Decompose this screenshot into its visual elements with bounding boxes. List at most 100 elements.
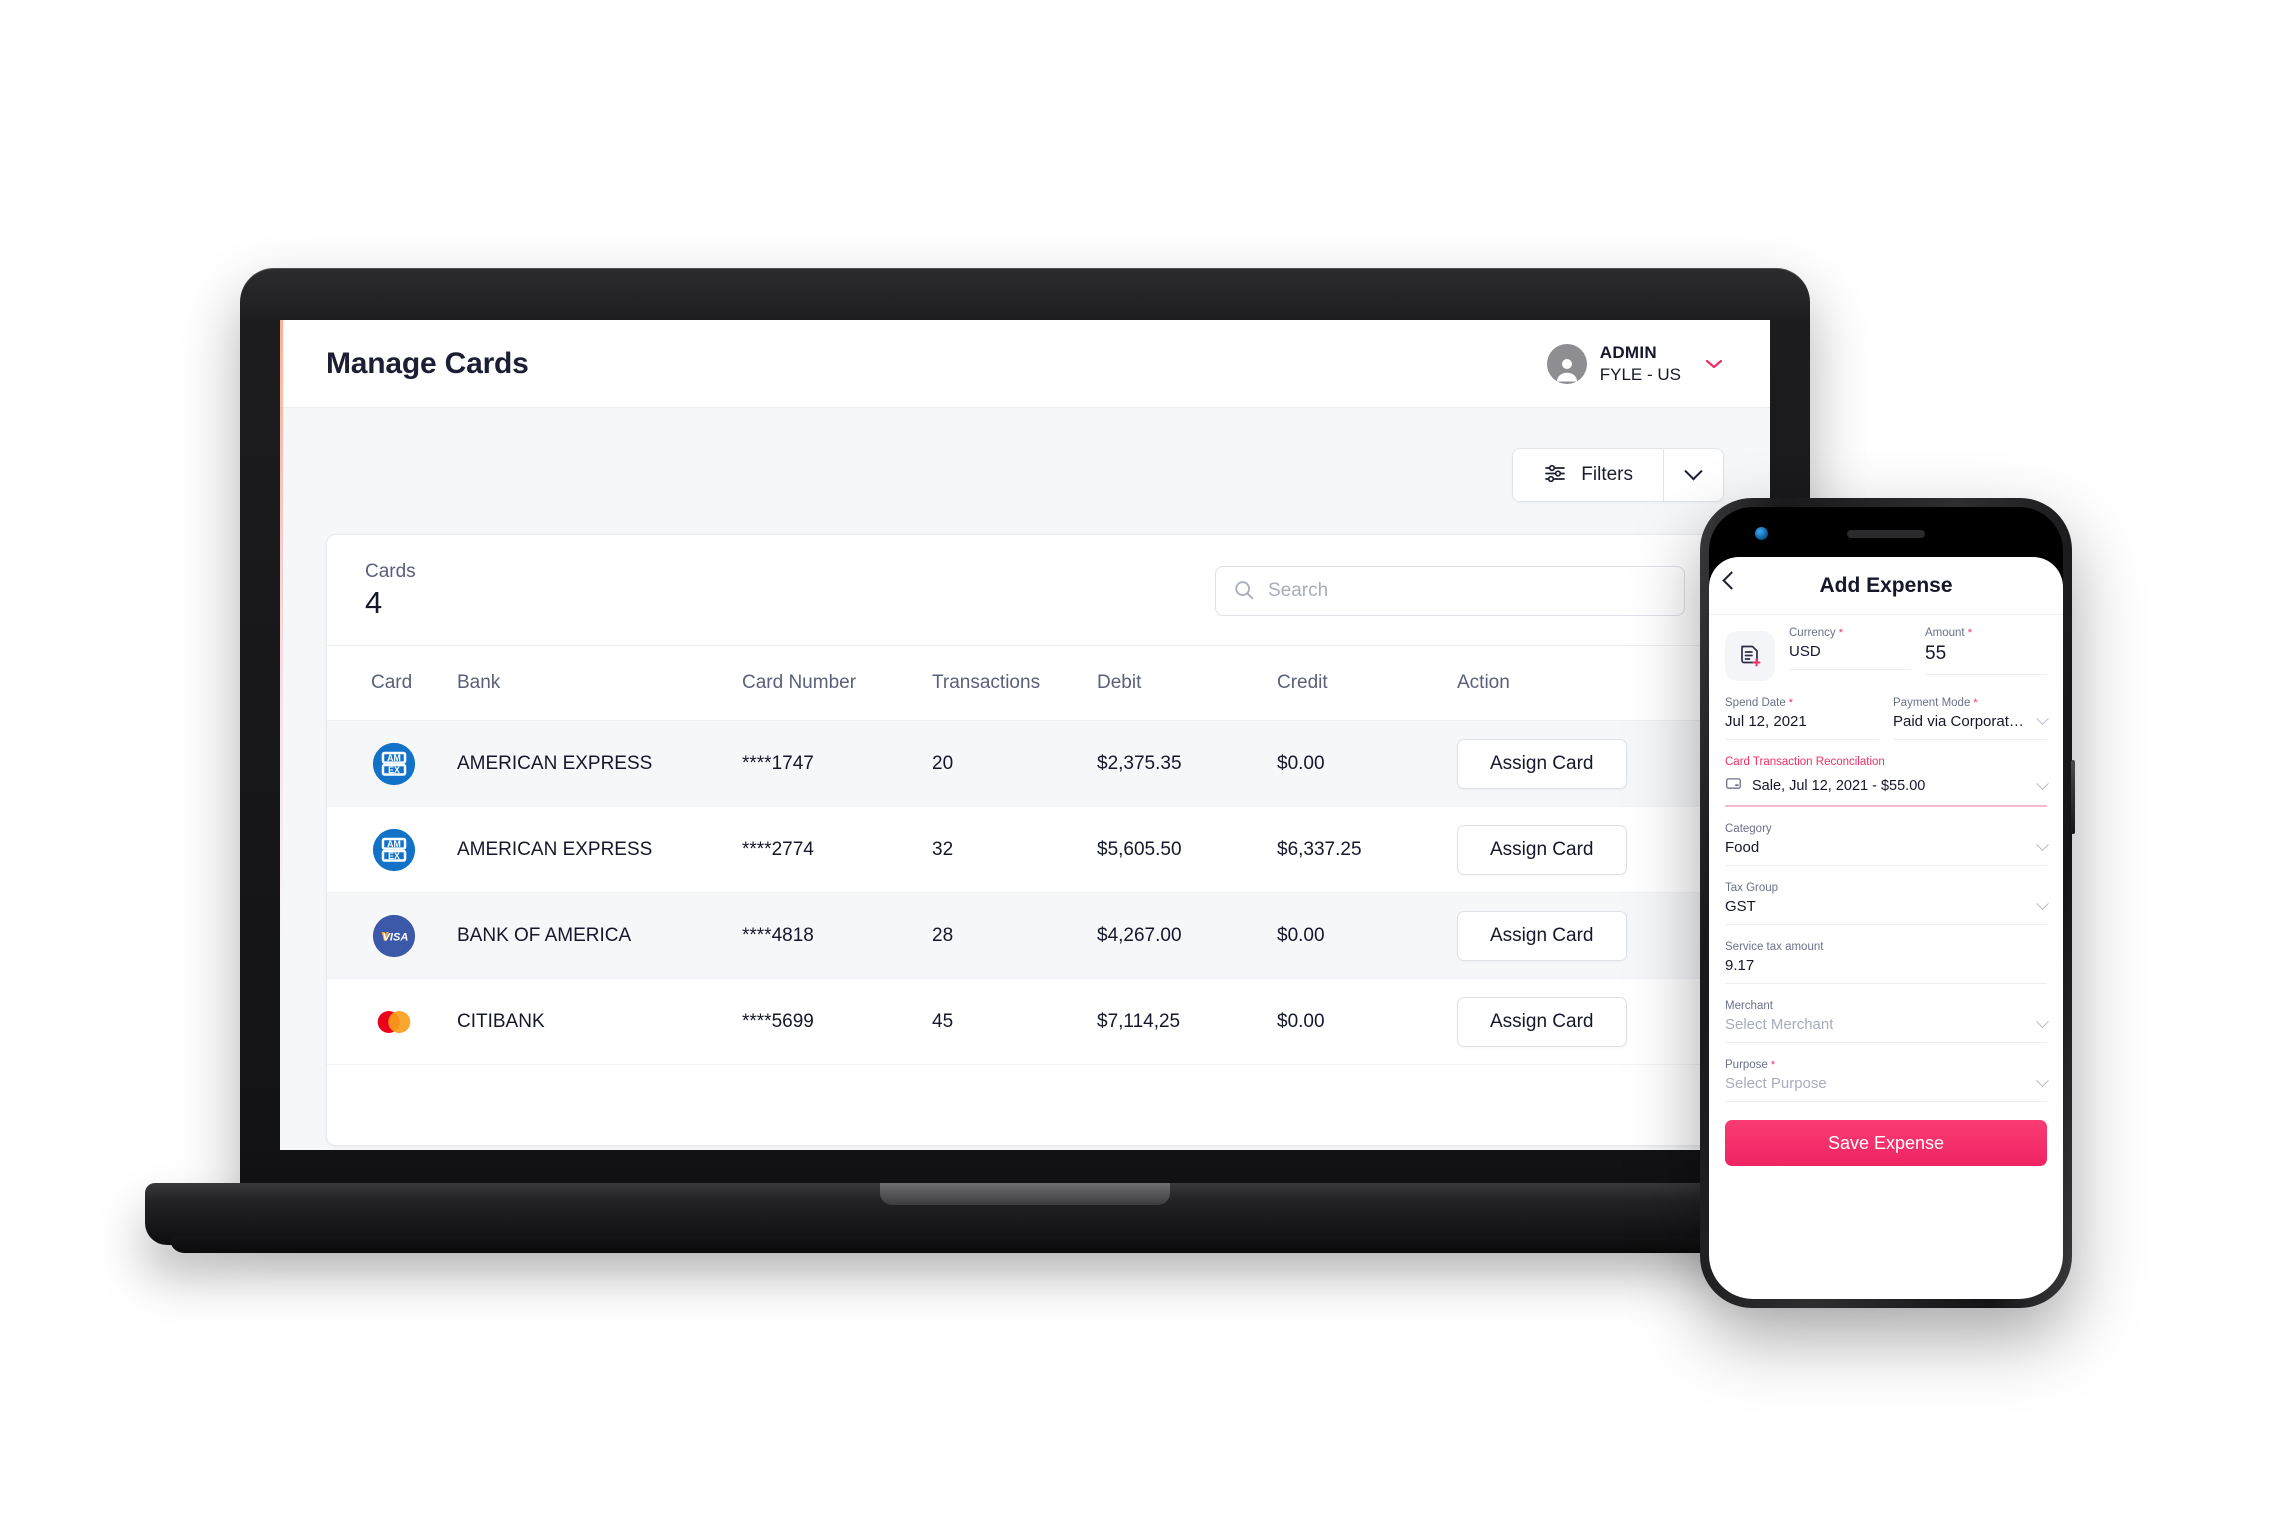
table-row[interactable]: CITIBANK ****5699 45 $7,114,25 $0.00 Ass… [327, 978, 1723, 1065]
cell-card-brand [327, 978, 447, 1065]
assign-card-button[interactable]: Assign Card [1457, 824, 1627, 875]
required-asterisk: * [1964, 627, 1972, 639]
column-header-card-number[interactable]: Card Number [732, 646, 922, 721]
cell-action: Assign Card [1447, 806, 1723, 893]
cards-kpi-label: Cards [365, 561, 416, 582]
payment-mode-label-text: Payment Mode [1893, 697, 1971, 709]
filters-dropdown-toggle[interactable] [1663, 449, 1723, 501]
earpiece-speaker [1847, 530, 1925, 538]
cell-card-brand: AM EX [327, 720, 447, 807]
power-button[interactable] [2071, 760, 2075, 834]
table-row[interactable]: AM EX AMERICAN EXPRESS ****1747 20 $2,37… [327, 720, 1723, 807]
user-avatar-icon [1546, 343, 1587, 384]
column-header-bank[interactable]: Bank [447, 646, 732, 721]
payment-mode-select[interactable]: Paid via Corporate Card [1893, 712, 2049, 730]
front-camera-icon [1755, 527, 1768, 540]
save-expense-button[interactable]: Save Expense [1725, 1120, 2047, 1166]
amex-logo-icon: AM EX [372, 828, 416, 871]
cell-card-number: ****4818 [732, 892, 922, 979]
cards-table-body: AM EX AMERICAN EXPRESS ****1747 20 $2,37… [327, 720, 1723, 1065]
currency-field[interactable]: Currency * USD [1789, 627, 1911, 670]
cell-credit: $0.00 [1267, 720, 1447, 807]
table-row[interactable]: VISA BANK OF AMERICA ****4818 28 $4,267.… [327, 892, 1723, 979]
filters-button[interactable]: Filters [1513, 449, 1663, 501]
merchant-field[interactable]: Merchant Select Merchant [1725, 1000, 2049, 1043]
assign-card-button[interactable]: Assign Card [1457, 910, 1627, 961]
search-input[interactable] [1215, 566, 1685, 616]
reconciliation-value: Sale, Jul 12, 2021 - $55.00 [1752, 778, 1926, 794]
svg-text:AM: AM [387, 839, 401, 849]
column-header-debit[interactable]: Debit [1087, 646, 1267, 721]
required-asterisk: * [1970, 697, 1978, 709]
laptop-lid: Manage Cards ADMIN FYLE - US Filters Car… [240, 268, 1810, 1198]
cards-table: Card Bank Card Number Transactions Debit… [327, 646, 1723, 1065]
merchant-select[interactable]: Select Merchant [1725, 1015, 2049, 1033]
category-select[interactable]: Food [1725, 838, 2049, 856]
cards-kpi: Cards 4 [365, 561, 416, 621]
cell-action: Assign Card [1447, 892, 1723, 979]
cell-bank: BANK OF AMERICA [447, 892, 732, 979]
column-header-credit[interactable]: Credit [1267, 646, 1447, 721]
tax-group-field[interactable]: Tax Group GST [1725, 882, 2049, 925]
cell-credit: $6,337.25 [1267, 806, 1447, 893]
column-header-action[interactable]: Action [1447, 646, 1723, 721]
cell-transactions: 32 [922, 806, 1087, 893]
table-header-row: Card Bank Card Number Transactions Debit… [327, 646, 1723, 721]
merchant-label: Merchant [1725, 1000, 1773, 1012]
category-value: Food [1725, 839, 1760, 856]
svg-text:VISA: VISA [383, 931, 409, 943]
amount-label: Amount * [1925, 627, 2047, 639]
reconciliation-block: Card Transaction Reconcilation Sale, Jul… [1725, 756, 2049, 807]
chevron-down-icon [2036, 838, 2049, 852]
reconciliation-select[interactable]: Sale, Jul 12, 2021 - $55.00 [1725, 775, 2049, 807]
service-tax-block: Service tax amount 9.17 [1725, 941, 2047, 984]
purpose-select[interactable]: Select Purpose [1725, 1074, 2049, 1092]
purpose-field[interactable]: Purpose * Select Purpose [1725, 1059, 2049, 1102]
merchant-placeholder: Select Merchant [1725, 1016, 1834, 1033]
assign-card-button[interactable]: Assign Card [1457, 996, 1627, 1047]
tax-group-select[interactable]: GST [1725, 897, 2049, 915]
phone-page-title: Add Expense [1819, 573, 1953, 597]
category-field[interactable]: Category Food [1725, 823, 2049, 866]
assign-card-button[interactable]: Assign Card [1457, 738, 1627, 789]
cell-debit: $7,114,25 [1087, 978, 1267, 1065]
amount-field[interactable]: Amount * 55 [1925, 627, 2047, 675]
chevron-down-icon [2036, 1074, 2049, 1088]
cell-card-number: ****2774 [732, 806, 922, 893]
payment-mode-field[interactable]: Payment Mode * Paid via Corporate Card [1893, 697, 2049, 740]
chevron-down-icon [2036, 776, 2049, 790]
cards-panel: Cards 4 Search Card Bank Card Number Tra… [326, 534, 1724, 1146]
cards-kpi-value: 4 [365, 585, 383, 620]
chevron-down-icon[interactable] [1704, 354, 1724, 374]
spend-date-label-text: Spend Date [1725, 697, 1786, 709]
receipt-add-icon[interactable] [1725, 631, 1775, 681]
service-tax-field[interactable]: Service tax amount 9.17 [1725, 941, 2047, 984]
laptop-base [145, 1183, 1905, 1245]
filters-label: Filters [1581, 464, 1633, 485]
admin-profile-menu[interactable]: ADMIN FYLE - US [1546, 342, 1724, 385]
table-row[interactable]: AM EX AMERICAN EXPRESS ****2774 32 $5,60… [327, 806, 1723, 893]
column-header-card[interactable]: Card [327, 646, 447, 721]
mastercard-logo-icon [377, 1010, 411, 1033]
cell-card-brand: AM EX [327, 806, 447, 893]
cell-bank: AMERICAN EXPRESS [447, 720, 732, 807]
cards-table-head: Card Bank Card Number Transactions Debit… [327, 646, 1723, 721]
spend-date-field[interactable]: Spend Date * Jul 12, 2021 [1725, 697, 1879, 740]
cell-debit: $2,375.35 [1087, 720, 1267, 807]
column-header-transactions[interactable]: Transactions [922, 646, 1087, 721]
phone-screen: Add Expense Currency * USD Amount * 55 S… [1709, 557, 2063, 1299]
laptop-device: Manage Cards ADMIN FYLE - US Filters Car… [145, 268, 1905, 1268]
amount-value: 55 [1925, 643, 1947, 664]
svg-text:AM: AM [387, 753, 401, 763]
cell-bank: AMERICAN EXPRESS [447, 806, 732, 893]
currency-label-text: Currency [1789, 627, 1836, 639]
service-tax-label: Service tax amount [1725, 941, 1824, 953]
credit-card-icon [1725, 775, 1742, 797]
reconciliation-label: Card Transaction Reconcilation [1725, 756, 1885, 768]
chevron-down-icon [1684, 461, 1703, 480]
purpose-placeholder: Select Purpose [1725, 1075, 1827, 1092]
cell-credit: $0.00 [1267, 978, 1447, 1065]
purpose-block: Purpose * Select Purpose [1725, 1059, 2049, 1102]
purpose-label-text: Purpose [1725, 1059, 1768, 1071]
currency-value: USD [1789, 643, 1821, 660]
